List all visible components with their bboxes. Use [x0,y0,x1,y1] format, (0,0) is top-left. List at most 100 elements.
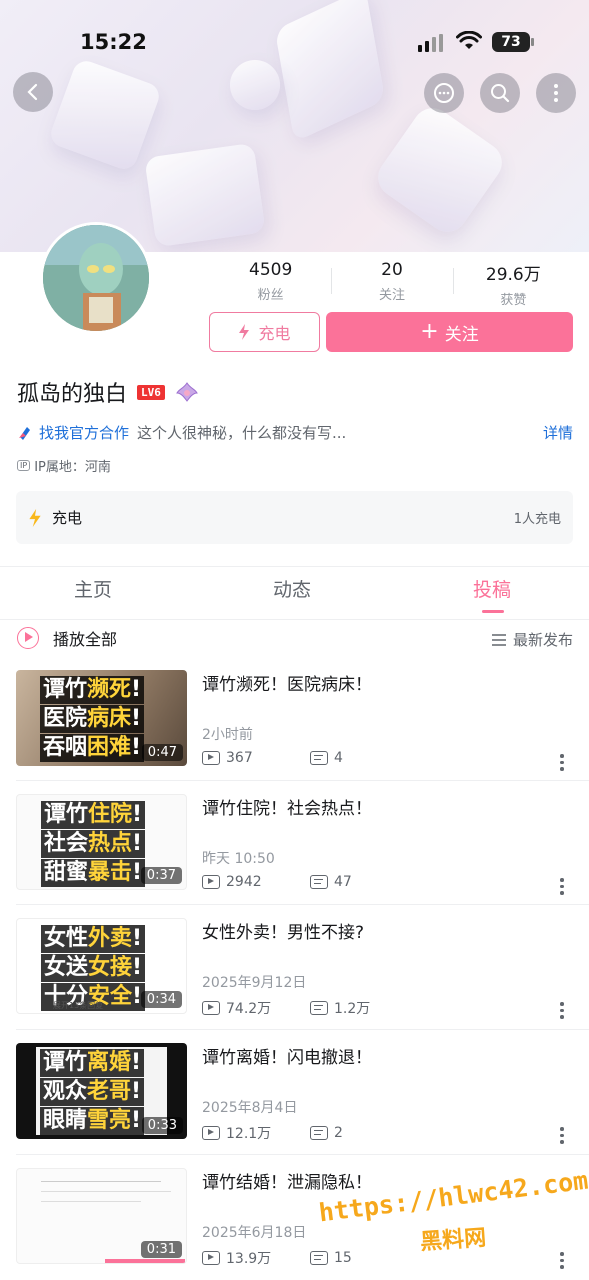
thumbnail-caption: 谭竹濒死! 医院病床! 吞咽困难! [40,676,145,763]
banner-shape [370,100,510,240]
tab-home[interactable]: 主页 [74,575,112,602]
play-all-label: 播放全部 [53,630,118,649]
avatar-image [43,225,149,331]
stat-likes[interactable]: 29.6万 获赞 [452,260,574,308]
level-badge: LV6 [137,384,165,400]
caption-line: 女送女接! [41,954,146,982]
caption-line: 谭竹住院! [41,801,146,829]
lightning-icon [239,324,250,340]
video-thumbnail[interactable]: 谭竹离婚! 观众老哥! 眼睛雪亮! 0:33 [16,1043,187,1139]
divider [16,1029,589,1030]
charge-label: 充电 [258,324,291,343]
danmaku-icon [310,1251,328,1265]
thumbnail-line [41,1191,171,1192]
more-vertical-icon[interactable] [559,878,565,895]
thumbnail-footer: 展开13条回复 [53,1001,104,1010]
charge-button[interactable]: 充电 [209,312,320,352]
follow-button[interactable]: + 关注 [326,312,573,352]
video-thumbnail[interactable]: 谭竹住院! 社会热点! 甜蜜暴击! 0:37 [16,794,187,890]
video-item[interactable]: 谭竹住院! 社会热点! 甜蜜暴击! 0:37 谭竹住院！社会热点！ 昨天 10:… [0,794,589,918]
play-circle-icon [17,627,39,649]
caption-line: 女性外卖! [41,925,146,953]
video-thumbnail[interactable]: 0:31 [16,1168,187,1264]
video-time: 昨天 10:50 [202,851,275,867]
wifi-icon [456,30,482,55]
view-count: 12.1万 [226,1126,272,1142]
play-count-icon [202,1126,220,1140]
divider [0,619,589,620]
more-vertical-icon[interactable] [559,1127,565,1144]
video-title[interactable]: 谭竹濒死！医院病床！ [202,670,372,695]
caption-line: 医院病床! [40,705,145,733]
view-count: 2942 [226,874,262,890]
danmaku-count: 15 [334,1250,352,1266]
battery-icon: 73 [492,32,534,52]
stat-value: 20 [381,260,403,280]
caption-line: 甜蜜暴击! [41,859,146,887]
more-vertical-icon[interactable] [559,754,565,771]
ip-icon: IP [17,460,31,471]
video-title[interactable]: 女性外卖！男性不接? [202,918,364,943]
danmaku-count: 47 [334,874,352,890]
stat-value: 29.6万 [485,265,541,285]
video-item[interactable]: 女性外卖! 女送女接! 十分安全! 展开13条回复 0:34 女性外卖！男性不接… [0,918,589,1042]
message-button[interactable] [424,73,464,113]
danmaku-icon [310,875,328,889]
back-button[interactable] [13,72,53,112]
video-title[interactable]: 谭竹结婚！泄漏隐私！ [202,1168,372,1193]
plus-icon: + [420,319,439,344]
danmaku-icon [310,751,328,765]
watermark-name: 黑料网 [419,1225,487,1256]
charge-card[interactable]: 充电 1人充电 [16,491,573,544]
detail-link[interactable]: 详情 [543,422,573,443]
charge-card-label: 充电 [52,509,83,527]
chat-icon [434,83,454,103]
profile-tabs: 主页 动态 投稿 [0,575,589,615]
more-button[interactable] [536,73,576,113]
video-title[interactable]: 谭竹离婚！闪电撤退！ [202,1043,372,1068]
sort-label: 最新发布 [512,631,573,649]
status-time: 15:22 [80,30,147,54]
tab-indicator [482,610,504,613]
follow-label: 关注 [444,324,479,345]
view-count: 367 [226,750,253,766]
video-thumbnail[interactable]: 女性外卖! 女送女接! 十分安全! 展开13条回复 0:34 [16,918,187,1014]
video-item[interactable]: 谭竹离婚! 观众老哥! 眼睛雪亮! 0:33 谭竹离婚！闪电撤退！ 2025年8… [0,1043,589,1167]
video-item[interactable]: 谭竹濒死! 医院病床! 吞咽困难! 0:47 谭竹濒死！医院病床！ 2小时前 3… [0,670,589,794]
video-duration: 0:31 [140,1241,182,1258]
search-icon [491,84,510,103]
divider [16,904,589,905]
caption-line: 谭竹濒死! [40,676,145,704]
video-time: 2025年9月12日 [202,975,307,991]
stat-followers[interactable]: 4509 粉丝 [210,260,331,306]
more-vertical-icon[interactable] [559,1002,565,1019]
stat-following[interactable]: 20 关注 [331,260,452,306]
video-time: 2小时前 [202,727,253,743]
avatar[interactable] [40,222,152,334]
danmaku-count: 2 [334,1125,343,1141]
tab-dynamic[interactable]: 动态 [273,575,311,602]
profile-stats: 4509 粉丝 20 关注 29.6万 获赞 [210,260,574,308]
video-stats: 367 4 [202,750,418,766]
more-vertical-icon[interactable] [559,1252,565,1269]
thumbnail-caption: 谭竹离婚! 观众老哥! 眼睛雪亮! [40,1049,145,1136]
video-time: 2025年8月4日 [202,1100,298,1116]
thumbnail-progress [105,1259,185,1263]
view-count: 13.9万 [226,1251,272,1267]
stat-label: 获赞 [500,293,527,308]
tab-uploads[interactable]: 投稿 [473,575,511,602]
cooperation-link[interactable]: 找我官方合作 [39,422,129,443]
search-button[interactable] [480,73,520,113]
video-thumbnail[interactable]: 谭竹濒死! 医院病床! 吞咽困难! 0:47 [16,670,187,766]
video-stats: 12.1万 2 [202,1123,418,1143]
chevron-left-icon [27,83,38,101]
thumbnail-caption: 女性外卖! 女送女接! 十分安全! [41,925,146,1012]
video-title[interactable]: 谭竹住院！社会热点！ [202,794,372,819]
cooperation-icon [19,426,30,440]
thumbnail-line [41,1181,161,1182]
divider [16,780,589,781]
danmaku-count: 4 [334,750,343,766]
view-count: 74.2万 [226,1001,272,1017]
sort-button[interactable]: 最新发布 [491,629,573,650]
play-all-button[interactable]: 播放全部 [17,626,117,650]
